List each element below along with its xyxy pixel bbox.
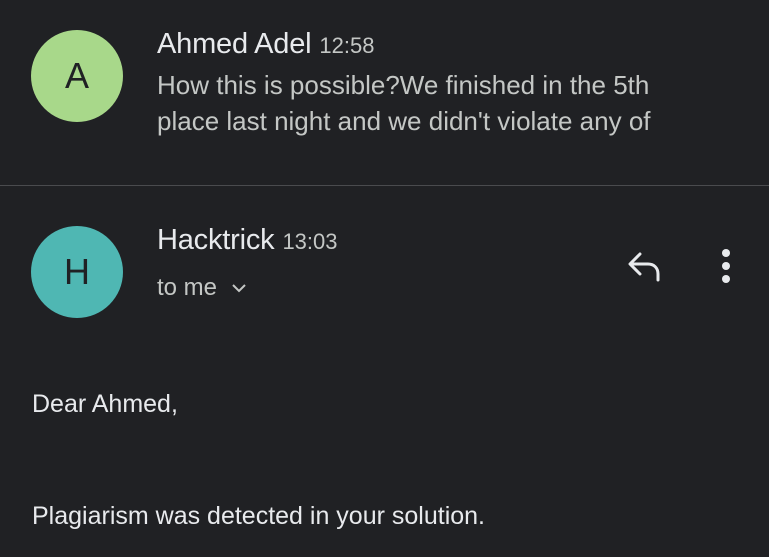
snippet-line: place last night and we didn't violate a… <box>157 106 651 136</box>
recipients-label: to me <box>157 274 218 301</box>
avatar: A <box>31 30 123 122</box>
expanded-message-hacktrick: H Hacktrick 13:03 to me Dear Ahmed, Plag… <box>0 186 769 557</box>
message-snippet: How this is possible?We finished in the … <box>157 67 651 139</box>
reply-button[interactable] <box>620 242 668 290</box>
email-greeting: Dear Ahmed, <box>32 390 178 418</box>
avatar-letter: H <box>64 251 90 292</box>
collapsed-message-ahmed[interactable]: A Ahmed Adel 12:58 How this is possible?W… <box>0 0 769 185</box>
message-time: 12:58 <box>319 33 375 58</box>
snippet-line: How this is possible?We finished in the … <box>157 70 650 100</box>
sender-name: Hacktrick <box>157 224 275 256</box>
avatar: H <box>31 226 123 318</box>
sender-name: Ahmed Adel <box>157 28 312 60</box>
chevron-down-icon <box>231 283 247 293</box>
email-paragraph: Plagiarism was detected in your solution… <box>32 502 486 530</box>
sender-line: Ahmed Adel 12:58 <box>157 28 374 61</box>
recipients-toggle[interactable]: to me <box>157 274 247 302</box>
more-options-button[interactable] <box>702 242 750 290</box>
sender-line: Hacktrick 13:03 <box>157 224 338 257</box>
message-time: 13:03 <box>282 229 338 254</box>
more-vert-icon <box>720 248 732 284</box>
reply-icon <box>624 248 664 284</box>
avatar-letter: A <box>64 55 89 96</box>
